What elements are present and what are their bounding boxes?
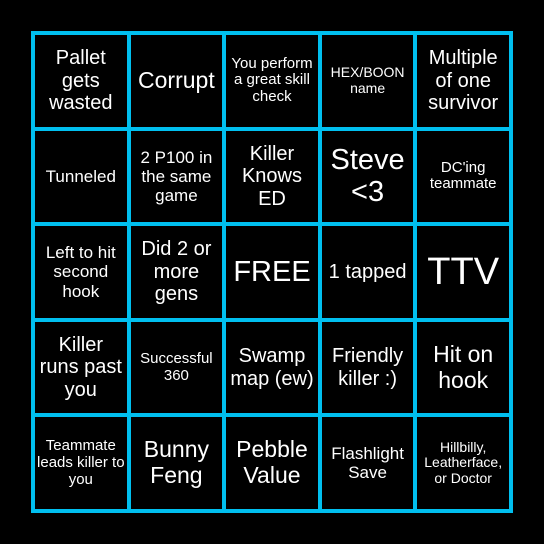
bingo-cell[interactable]: Successful 360 (130, 321, 223, 414)
bingo-cell[interactable]: DC'ing teammate (417, 130, 509, 223)
bingo-cell[interactable]: HEX/BOON name (321, 35, 414, 127)
bingo-board: Pallet gets wasted Corrupt You perform a g… (31, 31, 513, 513)
bingo-cell[interactable]: Did 2 or more gens (130, 226, 223, 318)
bingo-cell[interactable]: Pallet gets wasted (35, 35, 127, 127)
bingo-cell[interactable]: Hit on hook (417, 321, 509, 414)
free-space-cell[interactable]: FREE (226, 226, 318, 318)
bingo-cell[interactable]: 2 P100 in the same game (130, 130, 223, 223)
bingo-cell[interactable]: Steve <3 (321, 130, 414, 223)
bingo-cell[interactable]: Killer runs past you (35, 321, 127, 414)
bingo-cell[interactable]: Friendly killer :) (321, 321, 414, 414)
bingo-cell[interactable]: TTV (417, 226, 509, 318)
bingo-cell[interactable]: Pebble Value (226, 417, 318, 509)
bingo-cell[interactable]: You perform a great skill check (226, 35, 318, 127)
bingo-cell[interactable]: Corrupt (130, 35, 223, 127)
bingo-cell[interactable]: Flashlight Save (321, 417, 414, 509)
bingo-cell[interactable]: Tunneled (35, 130, 127, 223)
bingo-cell[interactable]: Left to hit second hook (35, 226, 127, 318)
bingo-cell[interactable]: Teammate leads killer to you (35, 417, 127, 509)
bingo-cell[interactable]: Swamp map (ew) (226, 321, 318, 414)
bingo-cell[interactable]: 1 tapped (321, 226, 414, 318)
bingo-cell[interactable]: Killer Knows ED (226, 130, 318, 223)
bingo-cell[interactable]: Bunny Feng (130, 417, 223, 509)
bingo-cell[interactable]: Hillbilly, Leatherface, or Doctor (417, 417, 509, 509)
bingo-cell[interactable]: Multiple of one survivor (417, 35, 509, 127)
